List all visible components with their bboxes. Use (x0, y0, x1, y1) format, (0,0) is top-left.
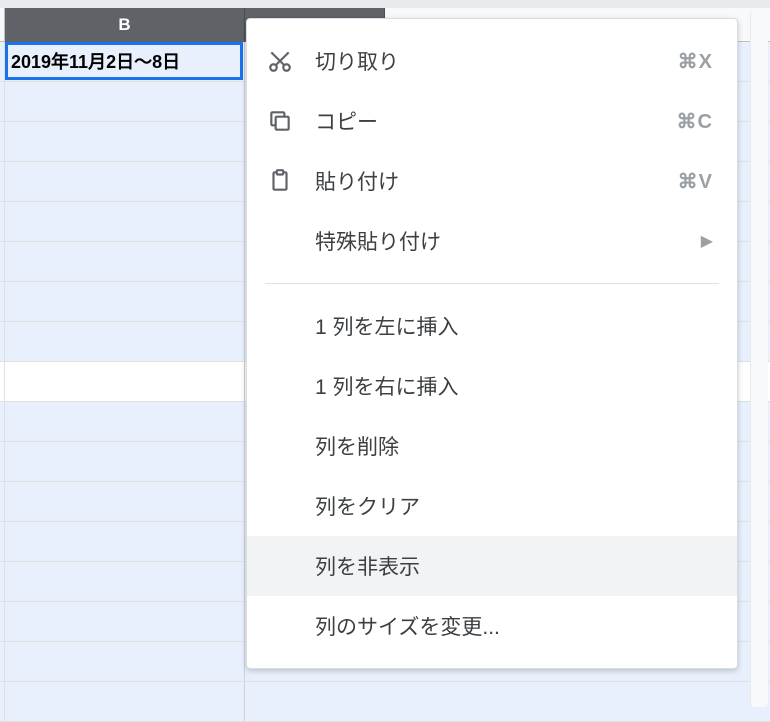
menu-label: 列を非表示 (315, 551, 713, 581)
menu-shortcut: ⌘X (678, 49, 713, 74)
table-row[interactable] (0, 682, 770, 722)
vertical-scrollbar[interactable] (750, 10, 768, 707)
menu-label: 列をクリア (315, 491, 713, 521)
menu-label: 列のサイズを変更... (315, 611, 713, 641)
context-menu: 切り取り ⌘X コピー ⌘C 貼り付け ⌘V 特殊貼り付け ▶ 1 列を左に挿入 (246, 18, 738, 669)
column-header-b[interactable]: B (5, 8, 245, 42)
menu-label: 特殊貼り付け (315, 226, 701, 256)
menu-shortcut: ⌘V (678, 169, 713, 194)
menu-label: コピー (315, 106, 677, 136)
menu-item-copy[interactable]: コピー ⌘C (247, 91, 737, 151)
menu-label: 1 列を右に挿入 (315, 371, 713, 401)
menu-item-clear-column[interactable]: 列をクリア (247, 476, 737, 536)
menu-label: 列を削除 (315, 431, 713, 461)
submenu-arrow-icon: ▶ (701, 231, 713, 251)
top-gray-bar (0, 0, 770, 8)
menu-divider (265, 283, 719, 284)
menu-item-paste[interactable]: 貼り付け ⌘V (247, 151, 737, 211)
cut-icon (267, 48, 315, 74)
menu-item-resize-column[interactable]: 列のサイズを変更... (247, 596, 737, 656)
copy-icon (267, 108, 315, 134)
menu-label: 切り取り (315, 46, 678, 76)
menu-shortcut: ⌘C (677, 109, 713, 134)
cell-b1[interactable]: 2019年11月2日〜8日 (5, 42, 245, 81)
menu-item-insert-right[interactable]: 1 列を右に挿入 (247, 356, 737, 416)
menu-item-paste-special[interactable]: 特殊貼り付け ▶ (247, 211, 737, 271)
menu-item-cut[interactable]: 切り取り ⌘X (247, 31, 737, 91)
menu-label: 貼り付け (315, 166, 678, 196)
paste-icon (267, 168, 315, 194)
menu-label: 1 列を左に挿入 (315, 311, 713, 341)
menu-item-hide-column[interactable]: 列を非表示 (247, 536, 737, 596)
menu-item-insert-left[interactable]: 1 列を左に挿入 (247, 296, 737, 356)
menu-item-delete-column[interactable]: 列を削除 (247, 416, 737, 476)
